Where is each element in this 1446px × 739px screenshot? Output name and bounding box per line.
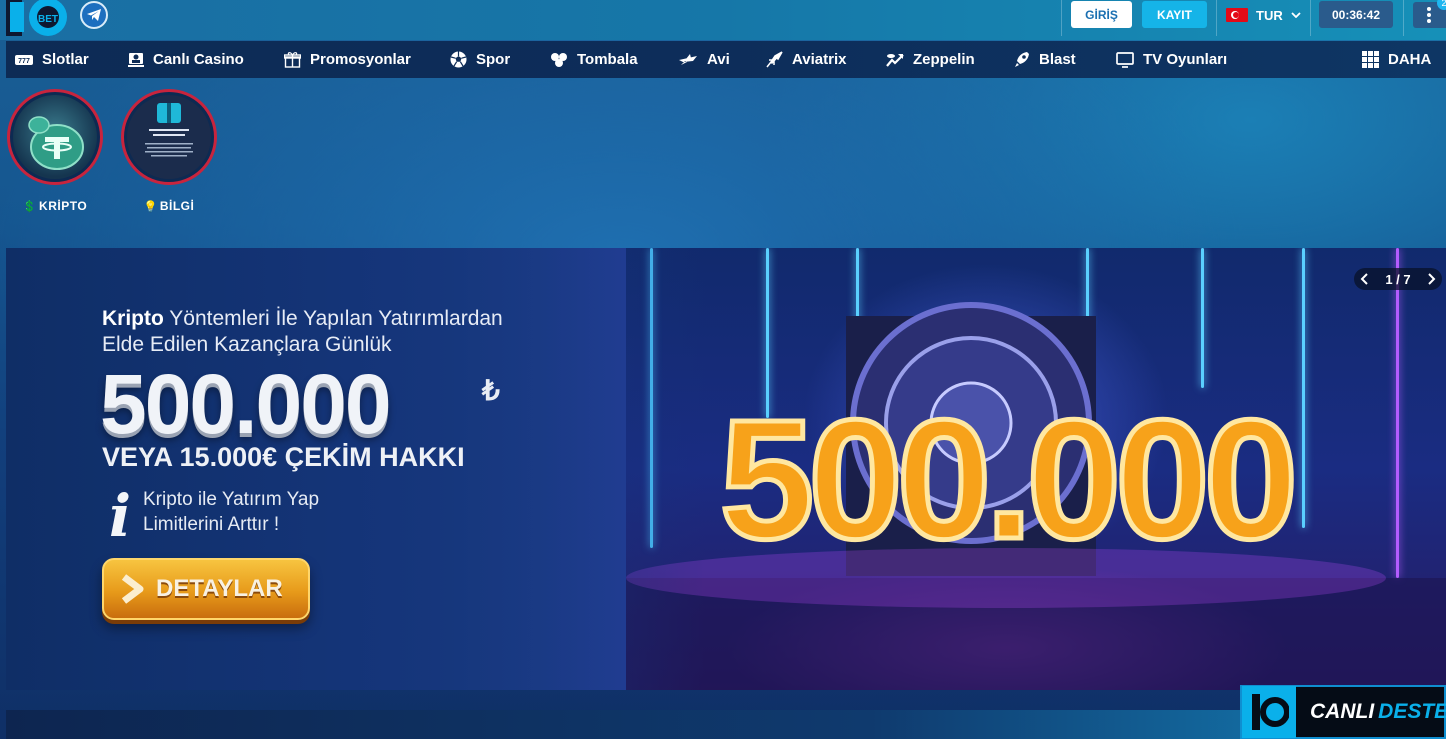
nav-label: Blast bbox=[1039, 51, 1076, 68]
chevron-down-icon bbox=[1291, 12, 1301, 18]
story-ring bbox=[121, 89, 217, 185]
nav-more-button[interactable]: DAHA bbox=[1362, 41, 1431, 78]
nav-item-aviatrix[interactable]: Aviatrix bbox=[766, 41, 846, 78]
tether-coin-image bbox=[13, 95, 97, 179]
nav-item-zeppelin[interactable]: Zeppelin bbox=[886, 41, 975, 78]
nav-item-avi[interactable]: Avi bbox=[678, 41, 730, 78]
nav-label: Slotlar bbox=[42, 51, 89, 68]
next-slide-icon[interactable] bbox=[1426, 273, 1436, 285]
nav-item-promosyonlar[interactable]: Promosyonlar bbox=[284, 41, 411, 78]
story-label-text: BİLGİ bbox=[159, 199, 195, 213]
vault-illustration: 500.000 bbox=[626, 302, 1446, 690]
soccer-ball-icon bbox=[450, 51, 467, 68]
nav-label: Aviatrix bbox=[792, 51, 847, 68]
divider bbox=[1310, 0, 1311, 36]
lightbulb-icon: 💡 bbox=[143, 200, 158, 213]
nav-label: Spor bbox=[476, 51, 511, 68]
divider bbox=[1061, 0, 1062, 36]
turkey-flag-icon bbox=[1226, 8, 1248, 22]
site-logo[interactable]: BET bbox=[6, 0, 72, 40]
details-button-label: DETAYLAR bbox=[156, 575, 283, 602]
divider bbox=[1216, 0, 1217, 36]
headline-highlight: Kripto bbox=[102, 307, 164, 330]
logo-text: BET bbox=[38, 14, 58, 25]
bingo-balls-icon bbox=[551, 53, 567, 67]
story-label: 💲 KRİPTO bbox=[7, 199, 103, 213]
live-support-button[interactable]: CANLI DESTEK bbox=[1240, 685, 1446, 739]
story-label-text: KRİPTO bbox=[39, 199, 88, 213]
chevron-right-icon bbox=[121, 574, 144, 604]
story-kripto[interactable]: 💲 KRİPTO bbox=[7, 89, 103, 213]
rocket-icon bbox=[1015, 52, 1029, 67]
nav-item-tombala[interactable]: Tombala bbox=[550, 41, 638, 78]
prev-slide-icon[interactable] bbox=[1360, 273, 1370, 285]
nav-item-slotlar[interactable]: 777 Slotlar bbox=[15, 41, 89, 78]
tv-icon bbox=[1116, 51, 1134, 68]
info-card-image bbox=[127, 95, 211, 179]
nav-label: Promosyonlar bbox=[310, 51, 411, 68]
language-selector[interactable]: TUR bbox=[1226, 4, 1301, 26]
currency-symbol: ₺ bbox=[482, 375, 500, 406]
vertical-dots-icon bbox=[1427, 7, 1431, 23]
info-icon: i bbox=[109, 482, 132, 550]
details-button[interactable]: DETAYLAR bbox=[102, 558, 310, 620]
promo-banner[interactable]: 500.000 Kripto Yöntemleri İle Yapılan Ya… bbox=[6, 248, 1446, 690]
dollar-icon: 💲 bbox=[22, 200, 38, 213]
divider bbox=[1403, 0, 1404, 36]
register-button[interactable]: KAYIT bbox=[1142, 1, 1207, 28]
support-text-2: DESTEK bbox=[1378, 700, 1446, 723]
banner-amount: 500.000 bbox=[100, 357, 392, 451]
svg-text:777: 777 bbox=[18, 58, 30, 65]
login-button[interactable]: GİRİŞ bbox=[1071, 1, 1132, 28]
slot-icon: 777 bbox=[15, 54, 33, 65]
support-text-1: CANLI bbox=[1310, 700, 1375, 723]
rocket-icon bbox=[766, 51, 783, 68]
next-section-strip bbox=[6, 710, 1446, 739]
nav-label: TV Oyunları bbox=[1143, 51, 1228, 68]
zeppelin-icon bbox=[886, 54, 904, 67]
main-nav: 777 Slotlar Canlı Casino Promosyonlar Sp… bbox=[6, 41, 1446, 78]
clock-display: 00:36:42 bbox=[1319, 1, 1393, 28]
nav-label: Tombala bbox=[577, 51, 638, 68]
top-bar: BET GİRİŞ KAYIT TUR 00:36:42 2 bbox=[0, 0, 1446, 40]
info-line1: Kripto ile Yatırım Yap bbox=[143, 489, 320, 510]
language-label: TUR bbox=[1256, 7, 1283, 23]
story-label: 💡 BİLGİ bbox=[121, 199, 217, 213]
nav-more-label: DAHA bbox=[1388, 51, 1432, 68]
nav-item-tv-oyunlari[interactable]: TV Oyunları bbox=[1116, 41, 1227, 78]
dealer-icon bbox=[128, 52, 144, 67]
support-logo-icon bbox=[1242, 686, 1296, 738]
nav-label: Zeppelin bbox=[913, 51, 975, 68]
slide-pager: 1 / 7 bbox=[1354, 268, 1442, 290]
banner-info-text: Kripto ile Yatırım Yap Limitlerini Arttı… bbox=[143, 487, 319, 537]
telegram-icon[interactable] bbox=[80, 1, 108, 29]
vault-amount-text: 500.000 bbox=[720, 385, 1293, 575]
info-line2: Limitlerini Arttır ! bbox=[143, 514, 280, 535]
headline-rest: Yöntemleri İle Yapılan Yatırımlardan bbox=[163, 307, 503, 330]
gift-icon bbox=[284, 52, 301, 68]
nav-item-canli-casino[interactable]: Canlı Casino bbox=[128, 41, 244, 78]
grid-icon bbox=[1362, 51, 1379, 68]
story-bilgi[interactable]: 💡 BİLGİ bbox=[121, 89, 217, 213]
vault-visual: 500.000 bbox=[626, 248, 1446, 690]
nav-item-spor[interactable]: Spor bbox=[450, 41, 510, 78]
story-ring bbox=[7, 89, 103, 185]
slide-counter: 1 / 7 bbox=[1385, 271, 1411, 287]
nav-item-blast[interactable]: Blast bbox=[1014, 41, 1076, 78]
banner-alt-amount: VEYA 15.000€ ÇEKİM HAKKI bbox=[102, 442, 465, 472]
banner-headline: Kripto Yöntemleri İle Yapılan Yatırımlar… bbox=[102, 306, 503, 358]
plane-icon bbox=[679, 54, 697, 65]
headline-line2: Elde Edilen Kazançlara Günlük bbox=[102, 333, 392, 356]
nav-label: Avi bbox=[707, 51, 730, 68]
nav-label: Canlı Casino bbox=[153, 51, 244, 68]
